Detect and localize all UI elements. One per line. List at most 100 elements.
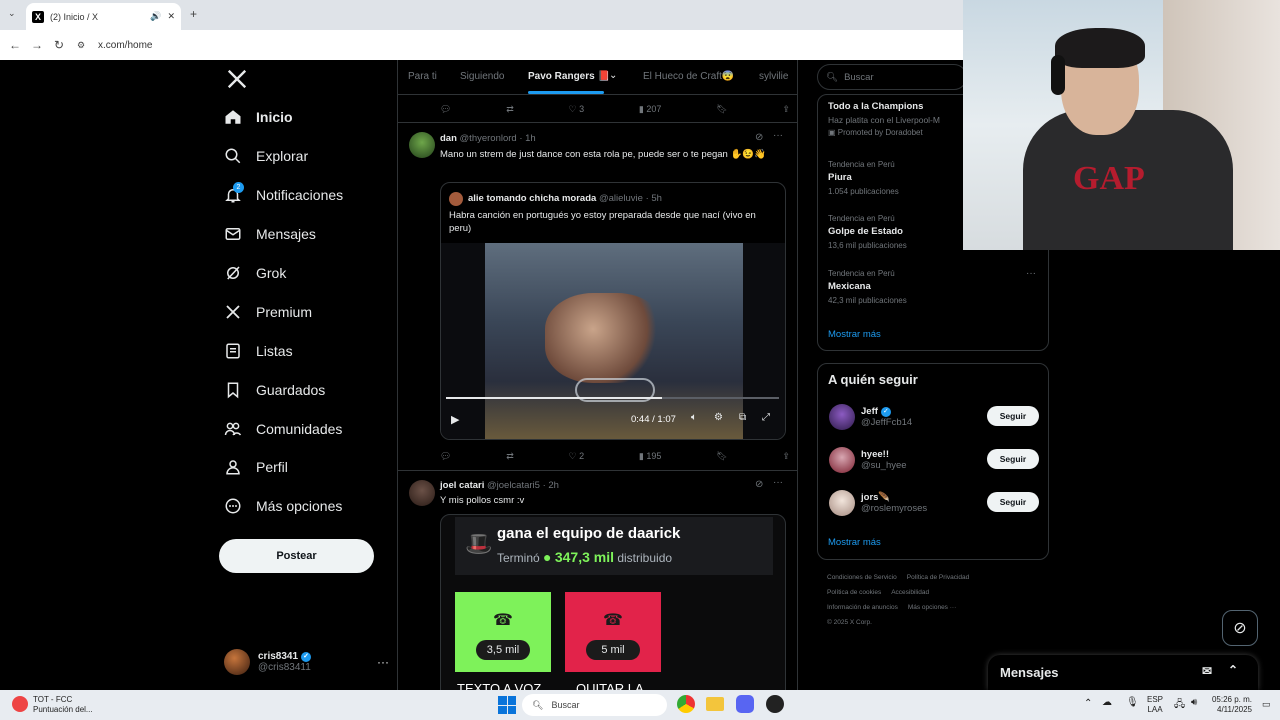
share-icon[interactable]: ⇪ xyxy=(782,104,790,115)
footer-link[interactable]: Información de anuncios xyxy=(827,604,898,611)
chevron-up-icon[interactable]: ⌃ xyxy=(1228,663,1238,677)
tab-sylvilie[interactable]: sylvilie xyxy=(759,71,788,82)
follow-button[interactable]: Seguir xyxy=(987,449,1039,469)
follow-suggestion[interactable]: Jeff ✓ @JeffFcb14 Seguir xyxy=(829,402,1039,432)
notification-center-icon[interactable]: ▭ xyxy=(1262,699,1271,710)
follow-button[interactable]: Seguir xyxy=(987,492,1039,512)
volume-icon[interactable]: 🔈︎ xyxy=(691,412,697,423)
language-indicator[interactable]: ESP LAA xyxy=(1147,695,1163,715)
folder-icon[interactable] xyxy=(706,697,724,711)
author-handle[interactable]: @joelcatari5 xyxy=(487,480,540,491)
nav-explore[interactable]: Explorar xyxy=(224,138,308,174)
views-button[interactable]: ▮ 195 xyxy=(639,451,661,462)
tab-el-hueco[interactable]: El Hueco de Craft😨 xyxy=(643,71,734,82)
footer-link[interactable]: Condiciones de Servicio xyxy=(827,574,897,581)
reload-icon[interactable]: ↻ xyxy=(48,34,70,56)
nav-more[interactable]: Más opciones xyxy=(224,488,342,524)
show-more-link[interactable]: Mostrar más xyxy=(828,537,881,548)
pip-icon[interactable]: ⧉ xyxy=(739,412,746,423)
retweet-icon[interactable]: ⇄ xyxy=(506,104,514,115)
post-button[interactable]: Postear xyxy=(219,539,374,573)
follow-suggestion[interactable]: hyee!! @su_hyee Seguir xyxy=(829,445,1039,475)
obs-icon[interactable] xyxy=(766,695,784,713)
footer-link[interactable]: Política de cookies xyxy=(827,589,881,596)
grok-icon[interactable]: ⊘ xyxy=(755,479,763,490)
speaker-icon[interactable]: 🔊 xyxy=(150,11,161,22)
more-dots-icon[interactable]: ··· xyxy=(1026,268,1036,279)
nav-communities[interactable]: Comunidades xyxy=(224,411,342,447)
nav-grok[interactable]: Grok xyxy=(224,255,286,291)
video-player[interactable]: ▶ 0:44 / 1:07 🔈︎ ⚙ ⧉ ⤢ xyxy=(441,243,785,439)
footer-link[interactable]: Política de Privacidad xyxy=(907,574,970,581)
trend-item[interactable]: Tendencia en Perú Golpe de Estado 13,6 m… xyxy=(828,214,907,250)
grok-icon[interactable]: ⊘ xyxy=(755,132,763,143)
windows-start-icon[interactable] xyxy=(498,696,516,714)
nav-premium[interactable]: Premium xyxy=(224,294,312,330)
tab-pavo-rangers[interactable]: Pavo Rangers 📕 xyxy=(528,71,610,82)
footer-link[interactable]: Más opciones ··· xyxy=(908,604,956,611)
bookmark-icon[interactable]: 🔖︎ xyxy=(716,451,727,462)
prediction-option-1[interactable]: ☎ 3,5 mil xyxy=(455,592,551,672)
video-progress-track[interactable] xyxy=(446,397,779,399)
tweet-joel[interactable]: joel catari @joelcatari5 · 2h ⊘ ··· Y mi… xyxy=(398,472,797,690)
reply-icon[interactable]: 💬︎ xyxy=(440,104,451,115)
cloud-icon[interactable]: ☁ xyxy=(1102,697,1112,708)
trend-item[interactable]: Tendencia en Perú Mexicana 42,3 mil publ… xyxy=(828,269,907,305)
like-button[interactable]: ♡ 3 xyxy=(569,104,585,115)
chevron-down-icon[interactable]: ⌄ xyxy=(609,70,617,81)
prediction-card[interactable]: 🎩 gana el equipo de daarick Terminó ● 34… xyxy=(440,514,786,690)
more-dots-icon[interactable]: ··· xyxy=(773,130,783,141)
quoted-tweet[interactable]: alie tomando chicha morada @alieluvie · … xyxy=(440,182,786,440)
clock[interactable]: 05:26 p. m. 4/11/2025 xyxy=(1208,695,1252,715)
author-name[interactable]: dan xyxy=(440,133,457,144)
nav-profile[interactable]: Perfil xyxy=(224,449,288,485)
new-tab-icon[interactable]: + xyxy=(190,7,197,21)
back-icon[interactable]: ← xyxy=(4,34,26,56)
like-button[interactable]: ♡ 2 xyxy=(569,451,585,462)
tray-chevron-icon[interactable]: ⌃ xyxy=(1084,698,1092,709)
discord-icon[interactable] xyxy=(736,695,754,713)
nav-lists[interactable]: Listas xyxy=(224,333,293,369)
chrome-icon[interactable] xyxy=(677,695,695,713)
app-icon[interactable] xyxy=(12,696,28,712)
author-handle[interactable]: @thyeronlord xyxy=(460,133,517,144)
messages-drawer[interactable]: Mensajes ✉ ⌃ xyxy=(988,655,1258,690)
bookmark-icon[interactable]: 🔖︎ xyxy=(716,104,727,115)
grok-float-button[interactable]: ⊘ xyxy=(1222,610,1258,646)
tab-for-you[interactable]: Para ti xyxy=(408,71,437,82)
nav-messages[interactable]: Mensajes xyxy=(224,216,316,252)
views-button[interactable]: ▮ 207 xyxy=(639,104,661,115)
site-info-icon[interactable]: ⚙ xyxy=(70,34,92,56)
tweet-dan[interactable]: dan @thyeronlord · 1h ⊘ ··· Mano un stre… xyxy=(398,124,797,471)
url-field[interactable]: x.com/home xyxy=(98,40,152,51)
author-name[interactable]: joel catari xyxy=(440,480,484,491)
tab-list-icon[interactable]: ⌄ xyxy=(8,8,16,19)
follow-button[interactable]: Seguir xyxy=(987,406,1039,426)
show-more-link[interactable]: Mostrar más xyxy=(828,329,881,340)
follow-suggestion[interactable]: jors🪶 @roslemyroses Seguir xyxy=(829,488,1039,518)
forward-icon[interactable]: → xyxy=(26,34,48,56)
nav-home[interactable]: Inicio xyxy=(224,99,293,135)
footer-link[interactable]: Accesibilidad xyxy=(891,589,929,596)
browser-tab[interactable]: X (2) Inicio / X 🔊 ✕ xyxy=(26,3,181,30)
taskbar-search[interactable]: 🔍︎ Buscar xyxy=(522,694,667,716)
x-logo-icon[interactable] xyxy=(226,68,248,90)
tab-following[interactable]: Siguiendo xyxy=(460,71,504,82)
play-icon[interactable]: ▶ xyxy=(451,413,459,426)
more-dots-icon[interactable]: ··· xyxy=(773,477,783,488)
account-switcher[interactable]: cris8341 ✓ @cris83411 ··· xyxy=(224,644,389,680)
nav-notifications[interactable]: 2 Notificaciones xyxy=(224,177,343,213)
share-icon[interactable]: ⇪ xyxy=(782,451,790,462)
taskbar-app[interactable]: TOT - FCC Puntuación del... xyxy=(33,695,93,715)
settings-icon[interactable]: ⚙ xyxy=(714,412,723,423)
nav-bookmarks[interactable]: Guardados xyxy=(224,372,325,408)
prediction-option-2[interactable]: ☎ 5 mil xyxy=(565,592,661,672)
trend-item[interactable]: Tendencia en Perú Piura 1.054 publicacio… xyxy=(828,160,899,196)
tweet-time[interactable]: · 1h xyxy=(519,133,535,144)
promo-trend[interactable]: Todo a la Champions Haz platita con el L… xyxy=(828,101,940,137)
volume-icon[interactable]: 🔊︎ xyxy=(1191,697,1197,708)
retweet-icon[interactable]: ⇄ xyxy=(506,451,514,462)
network-icon[interactable]: 🖧︎ xyxy=(1174,697,1185,714)
more-dots-icon[interactable]: ··· xyxy=(377,655,389,669)
search-input[interactable]: 🔍︎ Buscar xyxy=(817,64,967,90)
